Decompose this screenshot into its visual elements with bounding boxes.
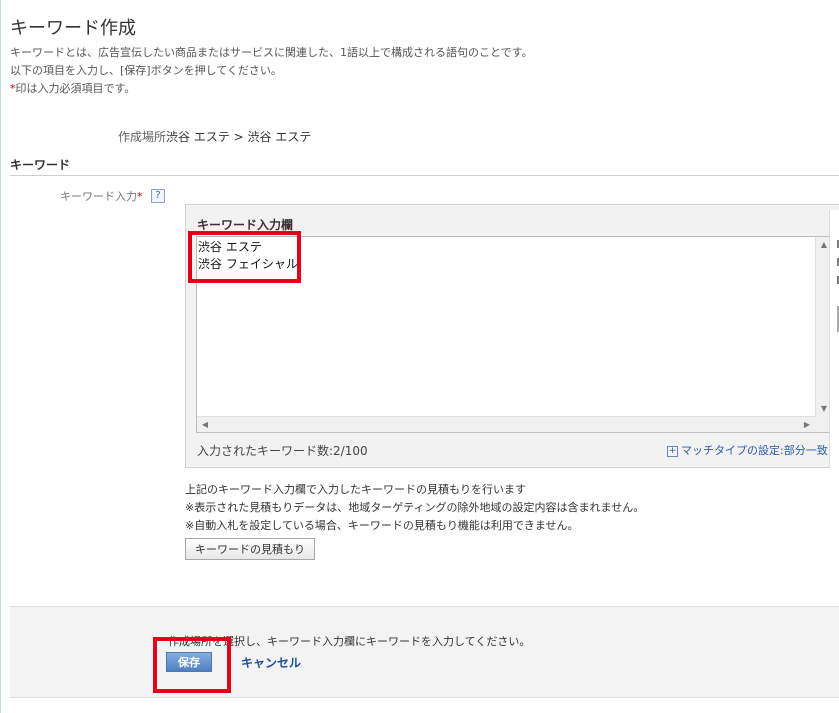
- left-border: [0, 0, 1, 713]
- intro-text: キーワードとは、広告宣伝したい商品またはサービスに関連した、1語以上で構成される…: [10, 44, 533, 98]
- intro-line-2: 以下の項目を入力し、[保存]ボタンを押してください。: [10, 64, 282, 77]
- expand-plus-icon[interactable]: +: [667, 445, 678, 457]
- section-divider: [10, 175, 839, 176]
- keyword-field-label: キーワード入力*: [60, 188, 143, 204]
- estimate-note-2: ※表示された見積もりデータは、地域ターゲティングの除外地域の設定内容は含まれませ…: [185, 501, 645, 514]
- scroll-right-icon[interactable]: ▶: [799, 417, 815, 433]
- estimate-note-3: ※自動入札を設定している場合、キーワードの見積もり機能は利用できません。: [185, 519, 579, 532]
- keyword-editor-title: キーワード入力欄: [197, 218, 294, 232]
- keyword-count-value: 2/100: [333, 444, 368, 458]
- match-type-link[interactable]: マッチタイプの設定:部分一致: [681, 444, 828, 457]
- horizontal-scrollbar[interactable]: ◀ ▶: [197, 416, 815, 432]
- scroll-left-icon[interactable]: ◀: [197, 417, 213, 433]
- estimate-note-1: 上記のキーワード入力欄で入力したキーワードの見積もりを行います: [185, 483, 526, 496]
- location-value: 渋谷 エステ > 渋谷 エステ: [166, 130, 312, 144]
- footer-action-bar: 作成場所を選択し、キーワード入力欄にキーワードを入力してください。 保存 キャン…: [10, 606, 839, 698]
- page-title: キーワード作成: [10, 18, 136, 39]
- keyword-count-label: 入力されたキーワード数:: [197, 444, 334, 458]
- keyword-textarea-box: ▲ ▼ ◀ ▶: [196, 236, 832, 433]
- keyword-section-header: キーワード: [10, 158, 71, 172]
- side-panel-edge: [829, 210, 839, 468]
- help-icon[interactable]: ?: [151, 189, 165, 203]
- keyword-editor-panel: キーワード入力欄 ▲ ▼ ◀ ▶ 入力されたキーワード数:2/100 +マッチタ…: [185, 204, 839, 468]
- keyword-count: 入力されたキーワード数:2/100: [197, 442, 368, 459]
- keyword-estimate-button[interactable]: キーワードの見積もり: [185, 538, 315, 560]
- location-label: 作成場所: [118, 130, 167, 144]
- keyword-required-mark: *: [137, 190, 143, 203]
- required-note: 印は入力必須項目です。: [15, 82, 136, 95]
- estimate-notes: 上記のキーワード入力欄で入力したキーワードの見積もりを行います ※表示された見積…: [185, 481, 644, 535]
- intro-line-3: *印は入力必須項目です。: [10, 80, 533, 98]
- keyword-input-textarea[interactable]: [197, 237, 815, 417]
- save-button[interactable]: 保存: [166, 652, 212, 672]
- cancel-link[interactable]: キャンセル: [241, 654, 301, 671]
- keyword-field-label-text: キーワード入力: [60, 190, 137, 203]
- match-type-setting[interactable]: + マッチタイプの設定:部分一致: [667, 442, 828, 458]
- intro-line-1: キーワードとは、広告宣伝したい商品またはサービスに関連した、1語以上で構成される…: [10, 46, 533, 59]
- keyword-create-page: キーワード作成 キーワードとは、広告宣伝したい商品またはサービスに関連した、1語…: [0, 0, 839, 713]
- location-row: 作成場所渋谷 エステ > 渋谷 エステ: [118, 128, 311, 145]
- footer-message: 作成場所を選択し、キーワード入力欄にキーワードを入力してください。: [168, 635, 531, 648]
